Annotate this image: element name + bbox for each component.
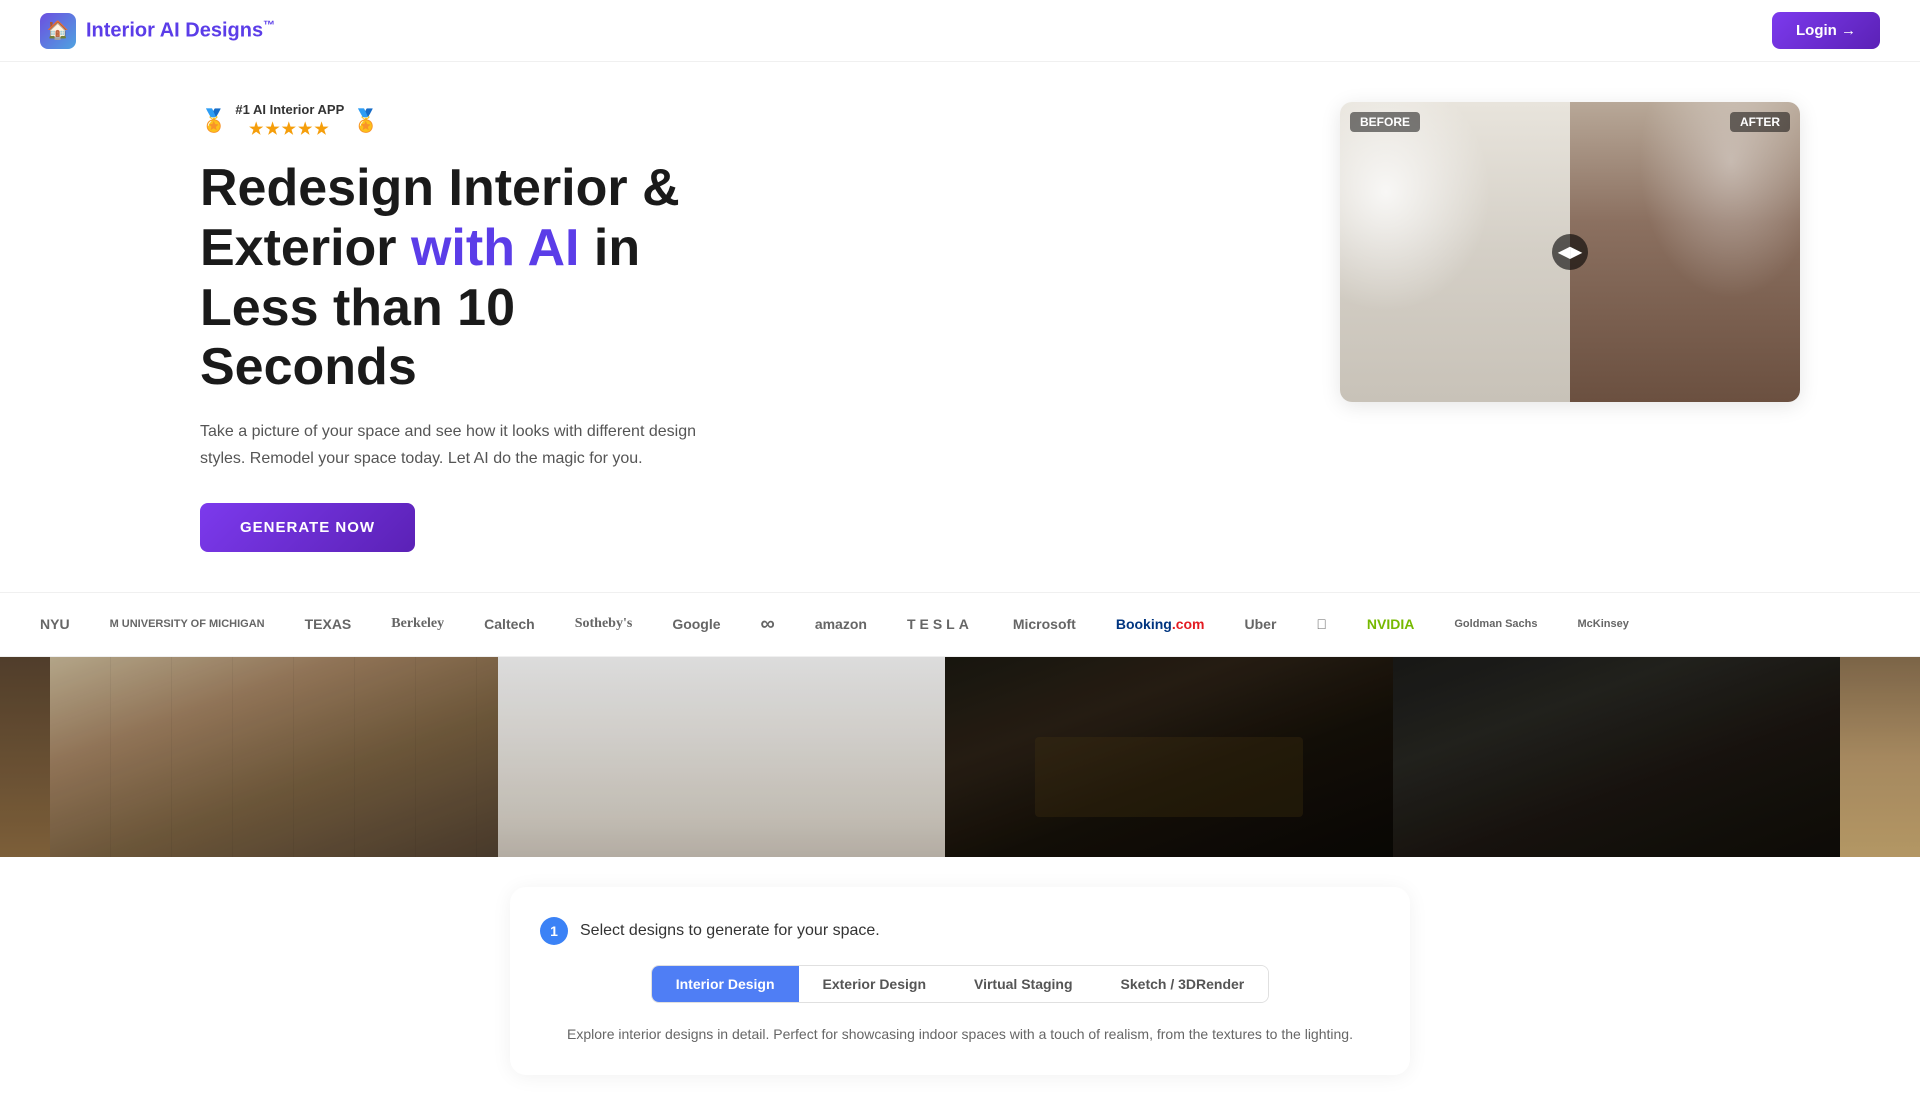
wreath-right-icon: 🏅 xyxy=(352,108,379,134)
logo-microsoft: Microsoft xyxy=(1013,616,1076,632)
logo-caltech: Caltech xyxy=(484,616,535,632)
star-rating: ★★★★★ xyxy=(249,119,331,139)
logo-berkeley: Berkeley xyxy=(391,616,444,632)
hero-content: 🏅 #1 AI Interior APP ★★★★★ 🏅 Redesign In… xyxy=(200,102,740,552)
before-after-section: BEFORE AFTER ◀▶ xyxy=(1340,102,1800,402)
gallery-item-5 xyxy=(1393,657,1841,857)
logo-icon: 🏠 xyxy=(40,13,76,49)
after-panel: AFTER xyxy=(1570,102,1800,402)
logo-uber: Uber xyxy=(1245,616,1277,632)
logo-mckinsey: McKinsey xyxy=(1578,618,1629,630)
navbar: 🏠 Interior AI Designs™ Login → xyxy=(0,0,1920,62)
tab-sketch----drender[interactable]: Sketch / 3DRender xyxy=(1097,966,1269,1002)
logo-apple:  xyxy=(1316,616,1327,632)
logo-texas: TEXAS xyxy=(305,616,352,632)
gallery-item-6 xyxy=(1840,657,1920,857)
step-title: Select designs to generate for your spac… xyxy=(580,922,880,940)
generate-now-button[interactable]: GENERATE NOW xyxy=(200,503,415,552)
after-room-image xyxy=(1570,102,1800,402)
before-panel: BEFORE xyxy=(1340,102,1570,402)
step-header: 1 Select designs to generate for your sp… xyxy=(540,917,1380,945)
award-text: #1 AI Interior APP xyxy=(235,102,344,117)
wreath-left-icon: 🏅 xyxy=(200,108,227,134)
gallery-item-2 xyxy=(50,657,498,857)
before-label: BEFORE xyxy=(1350,112,1420,132)
logo-goldman: Goldman Sachs xyxy=(1454,618,1537,630)
before-room-image xyxy=(1340,102,1570,402)
logo-amazon: amazon xyxy=(815,616,867,632)
hero-description: Take a picture of your space and see how… xyxy=(200,418,740,472)
step-badge: 1 xyxy=(540,917,568,945)
logo-tesla: TESLA xyxy=(907,616,973,632)
logo-meta: ∞ xyxy=(761,613,775,636)
design-selector: 1 Select designs to generate for your sp… xyxy=(510,887,1410,1075)
logo-nyu: NYU xyxy=(40,616,70,632)
logo-booking: Booking.com xyxy=(1116,616,1205,632)
logos-section: NYU M UNIVERSITY OF MICHIGAN TEXAS Berke… xyxy=(0,592,1920,657)
design-description: Explore interior designs in detail. Perf… xyxy=(540,1023,1380,1045)
hero-section: 🏅 #1 AI Interior APP ★★★★★ 🏅 Redesign In… xyxy=(0,62,1920,592)
logo-google: Google xyxy=(672,616,720,632)
tab-exterior-design[interactable]: Exterior Design xyxy=(799,966,950,1002)
tab-interior-design[interactable]: Interior Design xyxy=(652,966,799,1002)
login-button[interactable]: Login → xyxy=(1772,12,1880,49)
before-after-container: BEFORE AFTER ◀▶ xyxy=(1340,102,1800,402)
logo-text: Interior AI Designs™ xyxy=(86,18,275,43)
logo[interactable]: 🏠 Interior AI Designs™ xyxy=(40,13,275,49)
before-after-slider[interactable]: ◀▶ xyxy=(1552,234,1588,270)
after-label: AFTER xyxy=(1730,112,1790,132)
hero-title: Redesign Interior & Exterior with AI in … xyxy=(200,159,740,398)
gallery-item-4 xyxy=(945,657,1393,857)
design-tabs: Interior DesignExterior DesignVirtual St… xyxy=(651,965,1270,1003)
logo-nvidia: NVIDIA xyxy=(1367,616,1414,632)
gallery-item-3 xyxy=(498,657,946,857)
gallery-item-1 xyxy=(0,657,50,857)
award-badge: 🏅 #1 AI Interior APP ★★★★★ 🏅 xyxy=(200,102,740,139)
logo-michigan: M UNIVERSITY OF MICHIGAN xyxy=(110,618,265,630)
gallery-section xyxy=(0,657,1920,857)
tab-virtual-staging[interactable]: Virtual Staging xyxy=(950,966,1097,1002)
logo-sothebys: Sotheby's xyxy=(575,616,633,632)
